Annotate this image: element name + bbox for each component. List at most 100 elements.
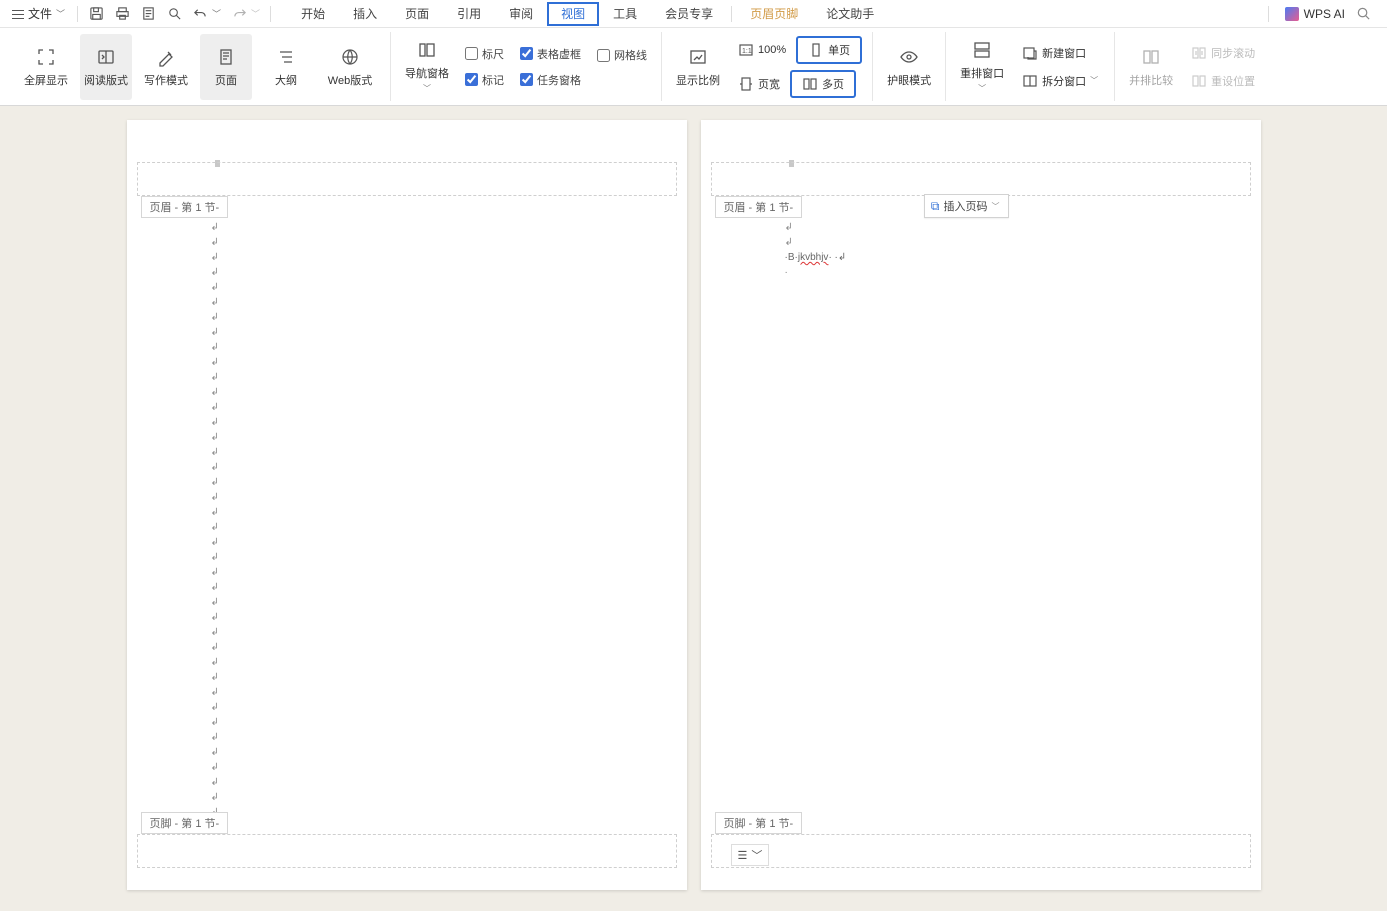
- ratio-icon: [687, 46, 709, 68]
- insert-page-number-button[interactable]: ⧉ 插入页码 ﹀: [924, 194, 1009, 218]
- split-window-button[interactable]: 拆分窗口 ﹀: [1016, 70, 1104, 92]
- redo-icon[interactable]: [231, 6, 247, 22]
- undo-icon[interactable]: [192, 6, 208, 22]
- tab-start[interactable]: 开始: [287, 0, 339, 28]
- nav-pane-button[interactable]: 导航窗格 ﹀: [401, 34, 453, 100]
- reset-pos-icon: [1191, 73, 1207, 89]
- tab-page[interactable]: 页面: [391, 0, 443, 28]
- table-dash-label: 表格虚框: [537, 46, 581, 62]
- ruler-label: 标尺: [482, 46, 504, 62]
- wps-ai-label: WPS AI: [1304, 7, 1345, 21]
- divider: [731, 6, 732, 22]
- preview-icon[interactable]: [166, 6, 182, 22]
- task-pane-checkbox[interactable]: 任务窗格: [520, 72, 581, 88]
- header-zone[interactable]: [711, 162, 1251, 196]
- wps-ai-button[interactable]: WPS AI: [1285, 7, 1345, 21]
- workspace[interactable]: 页眉 - 第 1 节- ↲↲↲↲↲↲↲↲↲↲↲↲↲↲↲↲↲↲↲↲↲↲↲↲↲↲↲↲…: [0, 106, 1387, 911]
- search-icon[interactable]: [1355, 6, 1371, 22]
- fullscreen-label: 全屏显示: [24, 72, 68, 88]
- page-width-button[interactable]: 页宽: [732, 70, 786, 98]
- header-zone[interactable]: [137, 162, 677, 196]
- footer-zone[interactable]: [137, 834, 677, 868]
- document-page-2[interactable]: 页眉 - 第 1 节- ⧉ 插入页码 ﹀ ↲ ↲ ·B·jkvbhjv· ·↲ …: [701, 120, 1261, 890]
- tab-vip[interactable]: 会员专享: [651, 0, 727, 28]
- sync-scroll-button: 同步滚动: [1185, 42, 1261, 64]
- task-pane-label: 任务窗格: [537, 72, 581, 88]
- footer-label: 页脚 - 第 1 节-: [715, 812, 803, 834]
- new-window-button[interactable]: 新建窗口: [1016, 42, 1104, 64]
- single-page-button[interactable]: 单页: [796, 36, 862, 64]
- outline-button[interactable]: 大纲: [260, 34, 312, 100]
- zoom-100-label: 100%: [758, 44, 786, 56]
- single-page-label: 单页: [828, 42, 850, 58]
- fullscreen-button[interactable]: 全屏显示: [20, 34, 72, 100]
- tab-thesis[interactable]: 论文助手: [812, 0, 888, 28]
- new-window-label: 新建窗口: [1042, 45, 1086, 61]
- grid-checkbox[interactable]: 网格线: [597, 47, 647, 63]
- eye-label: 护眼模式: [887, 72, 931, 88]
- ruler-checkbox[interactable]: 标尺: [465, 46, 504, 62]
- page-view-button[interactable]: 页面: [200, 34, 252, 100]
- web-layout-button[interactable]: Web版式: [320, 34, 380, 100]
- side-by-side-label: 并排比较: [1129, 72, 1173, 88]
- pen-icon: [155, 46, 177, 68]
- page-icon: [215, 46, 237, 68]
- chevron-down-icon: ﹀: [1090, 75, 1098, 86]
- mark-checkbox[interactable]: 标记: [465, 72, 504, 88]
- web-label: Web版式: [328, 72, 372, 88]
- multi-page-button[interactable]: 多页: [790, 70, 856, 98]
- print-alt-icon[interactable]: [140, 6, 156, 22]
- group-zoom: 显示比例 1:1 100% 单页 页宽 多页: [662, 32, 873, 101]
- tab-insert[interactable]: 插入: [339, 0, 391, 28]
- zoom-100-button[interactable]: 1:1 100%: [732, 36, 792, 64]
- eye-mode-button[interactable]: 护眼模式: [883, 34, 935, 100]
- print-icon[interactable]: [114, 6, 130, 22]
- divider: [1268, 6, 1269, 22]
- footer-align-button[interactable]: ☰ ﹀: [731, 844, 770, 866]
- split-window-icon: [1022, 73, 1038, 89]
- tab-review[interactable]: 审阅: [495, 0, 547, 28]
- quick-access-toolbar: ﹀ ﹀: [84, 6, 264, 22]
- chevron-down-icon: ﹀: [423, 83, 431, 94]
- rearrange-window-button[interactable]: 重排窗口 ﹀: [956, 34, 1008, 100]
- sync-scroll-label: 同步滚动: [1211, 45, 1255, 61]
- grid-label: 网格线: [614, 47, 647, 63]
- outline-label: 大纲: [275, 72, 297, 88]
- undo-dropdown[interactable]: ﹀: [212, 7, 221, 20]
- body-text[interactable]: ↲↲↲↲↲↲↲↲↲↲↲↲↲↲↲↲↲↲↲↲↲↲↲↲↲↲↲↲↲↲↲↲↲↲↲↲↲↲↲↲: [211, 220, 627, 810]
- redo-dropdown[interactable]: ﹀: [251, 7, 260, 20]
- group-window: 重排窗口 ﹀ 新建窗口 拆分窗口 ﹀: [946, 32, 1115, 101]
- writing-mode-button[interactable]: 写作模式: [140, 34, 192, 100]
- tab-header-footer[interactable]: 页眉页脚: [736, 0, 812, 28]
- reading-view-button[interactable]: 阅读版式: [80, 34, 132, 100]
- document-page-1[interactable]: 页眉 - 第 1 节- ↲↲↲↲↲↲↲↲↲↲↲↲↲↲↲↲↲↲↲↲↲↲↲↲↲↲↲↲…: [127, 120, 687, 890]
- hamburger-icon: [12, 9, 24, 19]
- footer-zone[interactable]: [711, 834, 1251, 868]
- show-ratio-label: 显示比例: [676, 72, 720, 88]
- sync-scroll-icon: [1191, 45, 1207, 61]
- reset-pos-label: 重设位置: [1211, 73, 1255, 89]
- tab-view[interactable]: 视图: [547, 2, 599, 26]
- outline-icon: [275, 46, 297, 68]
- eye-icon: [898, 46, 920, 68]
- insert-page-number-label: 插入页码: [944, 198, 988, 214]
- nav-pane-icon: [416, 39, 438, 61]
- tab-reference[interactable]: 引用: [443, 0, 495, 28]
- save-icon[interactable]: [88, 6, 104, 22]
- show-ratio-button[interactable]: 显示比例: [672, 34, 724, 100]
- tab-tools[interactable]: 工具: [599, 0, 651, 28]
- group-eye: 护眼模式: [873, 32, 946, 101]
- body-text[interactable]: ↲ ↲ ·B·jkvbhjv· ·↲ ·: [785, 220, 1201, 810]
- window-stack: 新建窗口 拆分窗口 ﹀: [1016, 42, 1104, 92]
- ribbon: 全屏显示 阅读版式 写作模式 页面 大纲 Web版式 导航窗格 ﹀: [0, 28, 1387, 106]
- side-by-side-button[interactable]: 并排比较: [1125, 34, 1177, 100]
- check-column-1: 标尺 标记: [461, 40, 508, 94]
- file-menu[interactable]: 文件 ﹀: [6, 3, 71, 25]
- rearrange-icon: [971, 39, 993, 61]
- page-width-label: 页宽: [758, 76, 780, 92]
- group-compare: 并排比较 同步滚动 重设位置: [1115, 32, 1271, 101]
- table-dash-checkbox[interactable]: 表格虚框: [520, 46, 581, 62]
- check-column-3: 网格线: [593, 41, 651, 92]
- align-icon: ☰: [738, 849, 748, 862]
- pageview-label: 页面: [215, 72, 237, 88]
